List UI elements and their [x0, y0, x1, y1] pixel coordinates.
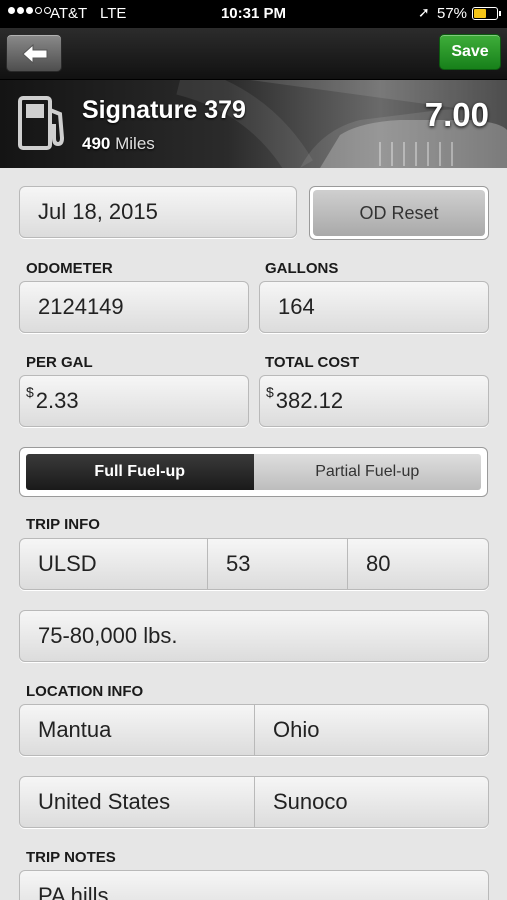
truck-name: Signature 379 — [82, 96, 246, 124]
od-reset-label: OD Reset — [313, 190, 485, 236]
per-gal-value: 2.33 — [35, 388, 79, 413]
full-fuelup-option[interactable]: Full Fuel-up — [26, 454, 254, 490]
back-arrow-icon — [22, 43, 48, 65]
odometer-label: ODOMETER — [26, 260, 113, 277]
trip-miles: 490 Miles — [82, 134, 155, 154]
fuel-pump-icon — [18, 96, 65, 150]
status-bar: AT&T LTE 10:31 PM ➚ 57% — [0, 0, 507, 28]
location-row-2: United States Sunoco — [19, 776, 489, 828]
save-button[interactable]: Save — [439, 34, 501, 70]
date-field[interactable]: Jul 18, 2015 — [19, 186, 297, 238]
trip-value-2-field[interactable]: 80 — [348, 539, 488, 589]
state-field[interactable]: Ohio — [255, 705, 488, 755]
location-row-1: Mantua Ohio — [19, 704, 489, 756]
navigation-bar: Save — [0, 28, 507, 80]
trip-notes-label: TRIP NOTES — [26, 849, 116, 866]
miles-unit: Miles — [115, 134, 155, 153]
total-cost-label: TOTAL COST — [265, 354, 360, 371]
fuel-type-field[interactable]: ULSD — [20, 539, 208, 589]
gallons-input[interactable]: 164 — [259, 281, 489, 333]
truck-header: Signature 379 490 Miles 7.00 — [0, 80, 507, 168]
gallons-label: GALLONS — [265, 260, 339, 277]
trip-info-row: ULSD 53 80 — [19, 538, 489, 590]
partial-fuelup-option[interactable]: Partial Fuel-up — [253, 454, 481, 490]
back-button[interactable] — [6, 34, 62, 72]
mpg-value: 7.00 — [424, 96, 489, 133]
trip-info-label: TRIP INFO — [26, 516, 100, 533]
battery-percent: 57% — [437, 5, 468, 22]
per-gal-label: PER GAL — [26, 354, 93, 371]
total-cost-value: 382.12 — [275, 388, 344, 413]
per-gal-input[interactable]: $ 2.33 — [19, 375, 249, 427]
location-info-label: LOCATION INFO — [26, 683, 144, 700]
od-reset-button[interactable]: OD Reset — [309, 186, 489, 240]
weight-field[interactable]: 75-80,000 lbs. — [19, 610, 489, 662]
currency-symbol: $ — [26, 384, 34, 400]
station-field[interactable]: Sunoco — [255, 777, 488, 827]
city-field[interactable]: Mantua — [20, 705, 255, 755]
location-arrow-icon: ➚ — [418, 4, 430, 20]
battery-icon — [472, 7, 501, 20]
fuelup-type-toggle: Full Fuel-up Partial Fuel-up — [19, 447, 488, 497]
currency-symbol: $ — [266, 384, 274, 400]
miles-value: 490 — [82, 134, 111, 153]
total-cost-input[interactable]: $ 382.12 — [259, 375, 489, 427]
clock: 10:31 PM — [220, 5, 287, 22]
trip-notes-field[interactable]: PA hills — [19, 870, 489, 900]
trip-value-1-field[interactable]: 53 — [208, 539, 348, 589]
odometer-input[interactable]: 2124149 — [19, 281, 249, 333]
country-field[interactable]: United States — [20, 777, 255, 827]
